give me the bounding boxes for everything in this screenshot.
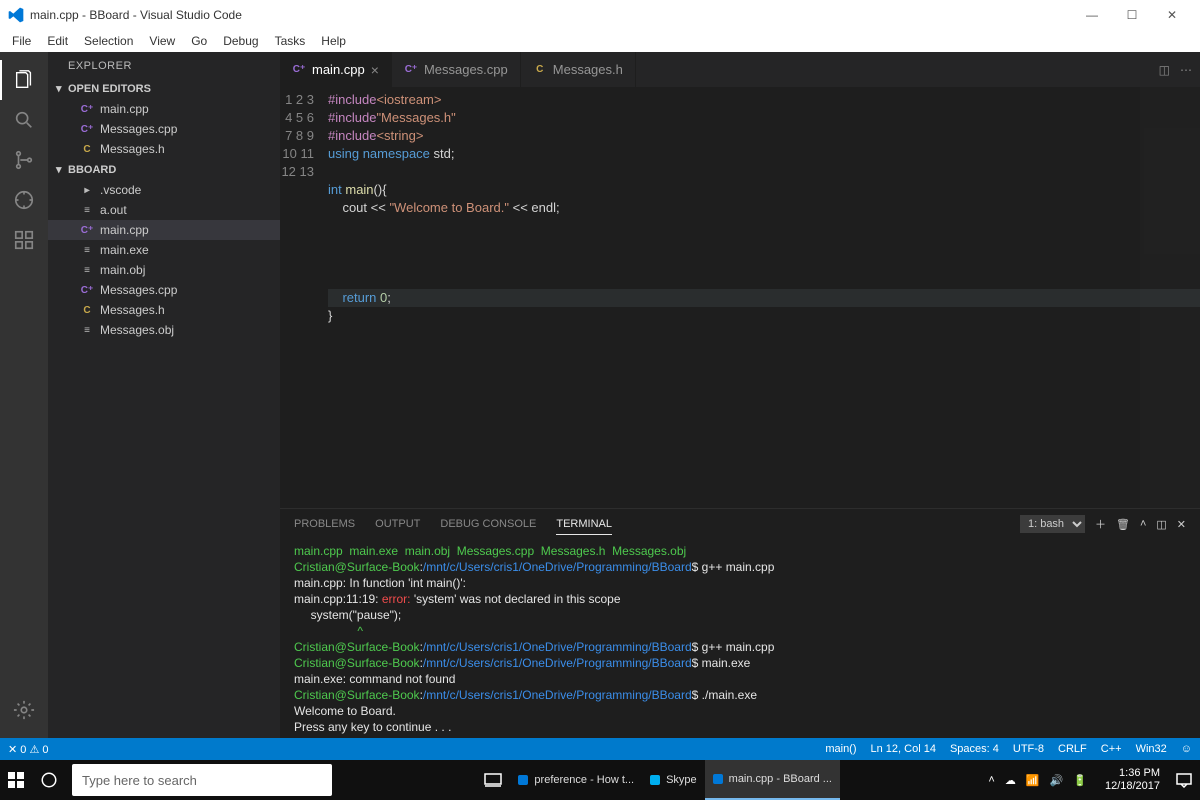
taskbar-app[interactable]: main.cpp - BBoard ... — [705, 760, 840, 800]
status-problems[interactable]: ✕ 0 ⚠ 0 — [8, 743, 48, 756]
status-item[interactable]: UTF-8 — [1013, 743, 1044, 755]
tray-chevron-icon[interactable]: ˄ — [988, 774, 994, 786]
open-editors-header[interactable]: ▾OPEN EDITORS — [48, 78, 280, 99]
terminal-output[interactable]: main.cpp main.exe main.obj Messages.cpp … — [280, 539, 1200, 738]
windows-taskbar: Type here to search preference - How t..… — [0, 760, 1200, 800]
editor-tab[interactable]: C⁺Messages.cpp — [392, 52, 521, 87]
panel-close-icon[interactable]: ✕ — [1177, 518, 1186, 531]
menu-go[interactable]: Go — [183, 32, 215, 50]
activity-bar — [0, 52, 48, 738]
status-item[interactable]: CRLF — [1058, 743, 1087, 755]
task-view-icon[interactable] — [476, 760, 510, 800]
status-item[interactable]: ☺ — [1181, 743, 1192, 755]
tray-volume-icon[interactable]: 🔊 — [1050, 774, 1064, 787]
window-title: main.cpp - BBoard - Visual Studio Code — [30, 8, 242, 22]
panel-tab-debug-console[interactable]: DEBUG CONSOLE — [440, 514, 536, 534]
file-item[interactable]: CMessages.h — [48, 300, 280, 320]
explorer-sidebar: EXPLORER ▾OPEN EDITORS C⁺main.cppC⁺Messa… — [48, 52, 280, 738]
open-editor-item[interactable]: C⁺Messages.cpp — [48, 119, 280, 139]
menu-selection[interactable]: Selection — [76, 32, 141, 50]
panel-tab-terminal[interactable]: TERMINAL — [556, 514, 612, 535]
minimap[interactable] — [1140, 87, 1200, 508]
activity-search[interactable] — [0, 100, 48, 140]
start-button[interactable] — [0, 760, 32, 800]
panel-tab-problems[interactable]: PROBLEMS — [294, 514, 355, 534]
sidebar-title: EXPLORER — [48, 52, 280, 78]
file-item[interactable]: C⁺Messages.cpp — [48, 280, 280, 300]
status-item[interactable]: Spaces: 4 — [950, 743, 999, 755]
menu-help[interactable]: Help — [313, 32, 354, 50]
activity-explorer[interactable] — [0, 60, 48, 100]
window-close-button[interactable]: ✕ — [1152, 8, 1192, 22]
system-tray[interactable]: ˄ ☁ 📶 🔊 🔋 — [978, 774, 1097, 787]
bottom-panel: PROBLEMS OUTPUT DEBUG CONSOLE TERMINAL 1: ba… — [280, 508, 1200, 738]
activity-debug[interactable] — [0, 180, 48, 220]
vscode-logo-icon — [8, 7, 24, 23]
taskbar-app[interactable]: Skype — [642, 760, 705, 800]
status-bar: ✕ 0 ⚠ 0 main() Ln 12, Col 14 Spaces: 4 UTF-… — [0, 738, 1200, 760]
panel-tabs: PROBLEMS OUTPUT DEBUG CONSOLE TERMINAL 1: ba… — [280, 509, 1200, 539]
line-gutter: 1 2 3 4 5 6 7 8 9 10 11 12 13 — [280, 87, 328, 508]
file-item[interactable]: ≡Messages.obj — [48, 320, 280, 340]
tray-wifi-icon[interactable]: 📶 — [1026, 774, 1040, 787]
notifications-icon[interactable] — [1168, 760, 1200, 800]
window-maximize-button[interactable]: ☐ — [1112, 8, 1152, 22]
cortana-icon[interactable] — [32, 760, 66, 800]
editor-tab[interactable]: C⁺main.cpp× — [280, 52, 392, 87]
new-terminal-icon[interactable]: ＋ — [1095, 516, 1106, 532]
taskbar-clock[interactable]: 1:36 PM 12/18/2017 — [1097, 767, 1168, 793]
open-editor-item[interactable]: CMessages.h — [48, 139, 280, 159]
menu-bar: FileEditSelectionViewGoDebugTasksHelp — [0, 30, 1200, 52]
kill-terminal-icon[interactable]: 🗑 — [1116, 518, 1130, 531]
terminal-shell-select[interactable]: 1: bash — [1020, 515, 1085, 533]
activity-settings[interactable] — [0, 690, 48, 730]
open-editor-item[interactable]: C⁺main.cpp — [48, 99, 280, 119]
panel-up-icon[interactable]: ˄ — [1140, 518, 1146, 530]
file-item[interactable]: ≡main.obj — [48, 260, 280, 280]
file-item[interactable]: ≡main.exe — [48, 240, 280, 260]
code-editor[interactable]: 1 2 3 4 5 6 7 8 9 10 11 12 13 #include<i… — [280, 87, 1200, 508]
status-item[interactable]: C++ — [1101, 743, 1122, 755]
editor-tab[interactable]: CMessages.h — [521, 52, 636, 87]
menu-edit[interactable]: Edit — [39, 32, 76, 50]
status-item[interactable]: main() — [825, 743, 856, 755]
file-item[interactable]: ≡a.out — [48, 200, 280, 220]
editor-tabs: C⁺main.cpp×C⁺Messages.cppCMessages.h ◫ ⋯ — [280, 52, 1200, 87]
more-actions-icon[interactable]: ⋯ — [1180, 63, 1192, 77]
split-editor-icon[interactable]: ◫ — [1159, 63, 1170, 77]
panel-maximize-icon[interactable]: ◫ — [1156, 518, 1166, 531]
window-minimize-button[interactable]: — — [1072, 8, 1112, 22]
menu-file[interactable]: File — [4, 32, 39, 50]
status-item[interactable]: Win32 — [1136, 743, 1167, 755]
tray-onedrive-icon[interactable]: ☁ — [1005, 774, 1016, 787]
taskbar-app[interactable]: preference - How t... — [510, 760, 642, 800]
activity-extensions[interactable] — [0, 220, 48, 260]
menu-view[interactable]: View — [141, 32, 183, 50]
status-item[interactable]: Ln 12, Col 14 — [871, 743, 936, 755]
window-titlebar: main.cpp - BBoard - Visual Studio Code —… — [0, 0, 1200, 30]
activity-git[interactable] — [0, 140, 48, 180]
file-item[interactable]: ▸.vscode — [48, 180, 280, 200]
code-content[interactable]: #include<iostream> #include"Messages.h" … — [328, 87, 1200, 508]
tray-battery-icon[interactable]: 🔋 — [1073, 774, 1087, 787]
panel-tab-output[interactable]: OUTPUT — [375, 514, 420, 534]
taskbar-search[interactable]: Type here to search — [72, 764, 332, 796]
menu-tasks[interactable]: Tasks — [267, 32, 314, 50]
file-item[interactable]: C⁺main.cpp — [48, 220, 280, 240]
project-header[interactable]: ▾BBOARD — [48, 159, 280, 180]
menu-debug[interactable]: Debug — [215, 32, 266, 50]
tab-close-icon[interactable]: × — [371, 62, 379, 78]
